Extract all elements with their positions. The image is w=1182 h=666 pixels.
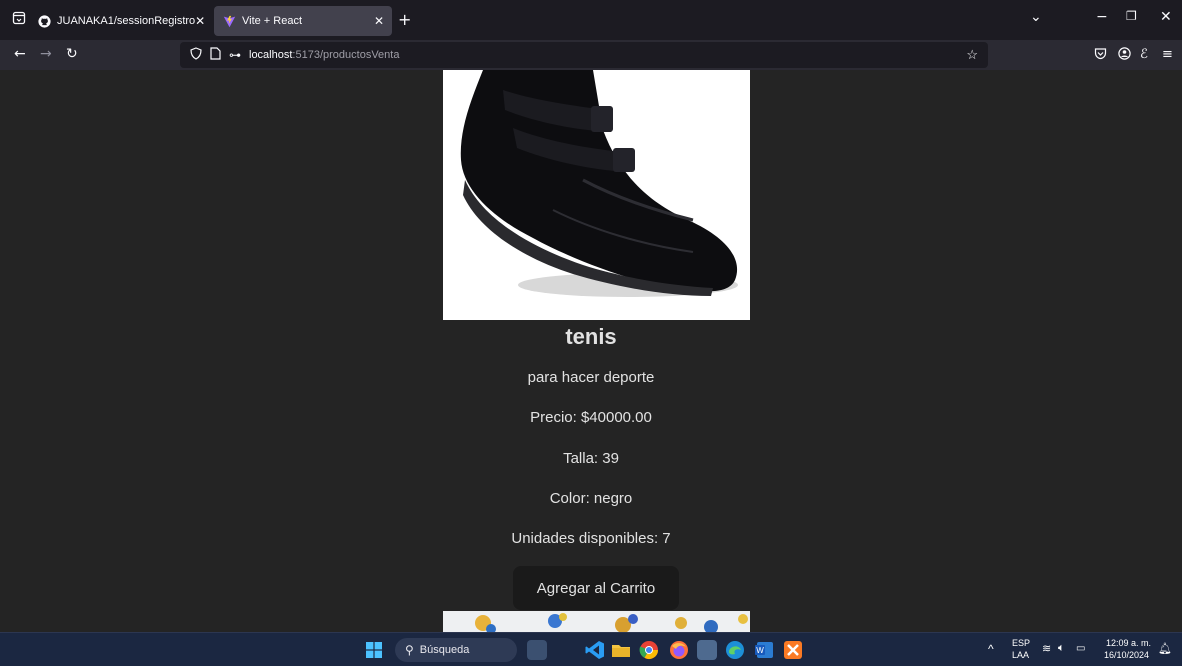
wifi-icon[interactable]: ≋ (1042, 642, 1051, 655)
close-window-icon[interactable]: ✕ (1160, 9, 1172, 25)
product-image (443, 70, 750, 320)
back-icon[interactable]: ← (14, 46, 26, 62)
widgets-icon[interactable] (527, 640, 547, 660)
search-icon: ⚲ (405, 643, 414, 657)
vscode-icon[interactable] (585, 640, 605, 660)
vite-icon (222, 14, 236, 28)
pocket-icon[interactable] (1094, 47, 1107, 64)
clock-time[interactable]: 12:09 a. m. (1106, 638, 1151, 648)
tab-title: Vite + React (242, 15, 303, 27)
svg-text:W: W (756, 646, 764, 655)
chrome-icon[interactable] (639, 640, 659, 660)
extensions-icon[interactable]: ℰ (1140, 47, 1148, 62)
url-bar[interactable]: ⊶ localhost:5173/productosVenta ☆ (180, 42, 988, 68)
product-size: Talla: 39 (563, 450, 619, 467)
close-tab-icon[interactable]: ✕ (374, 14, 384, 28)
language-top[interactable]: ESP (1012, 638, 1030, 648)
tracking-protection-icon[interactable] (190, 47, 202, 63)
reload-icon[interactable]: ↻ (66, 46, 78, 62)
product-stock: Unidades disponibles: 7 (511, 530, 671, 547)
page-content: tenis para hacer deporte Precio: $40000.… (0, 70, 1182, 632)
chevron-down-icon[interactable]: ⌄ (1030, 9, 1042, 25)
product-price: Precio: $40000.00 (530, 409, 652, 426)
next-product-image (443, 611, 750, 632)
url-path: :5173/productosVenta (292, 49, 400, 61)
add-to-cart-button[interactable]: Agregar al Carrito (513, 566, 679, 610)
product-color: Color: negro (549, 490, 633, 507)
search-placeholder: Búsqueda (419, 644, 470, 656)
edge-icon[interactable] (725, 640, 745, 660)
file-explorer-icon[interactable] (611, 640, 631, 660)
tab-vite-react[interactable]: Vite + React ✕ (214, 6, 392, 36)
navigation-bar: ← → ↻ ⊶ localhost:5173/productosVenta ☆ … (0, 40, 1182, 70)
url-host: localhost (249, 49, 293, 61)
minimize-icon[interactable]: − (1096, 9, 1108, 25)
firefox-icon[interactable] (669, 640, 689, 660)
close-tab-icon[interactable]: ✕ (195, 14, 205, 28)
github-icon (38, 14, 51, 28)
taskbar: ⚲ Búsqueda W ^ ESP LAA ≋ 🔈︎ ▭ 12:09 a. m… (0, 632, 1182, 666)
chevron-up-icon[interactable]: ^ (988, 642, 994, 656)
bookmark-star-icon[interactable]: ☆ (966, 47, 978, 63)
xampp-icon[interactable] (783, 640, 803, 660)
tab-github[interactable]: JUANAKA1/sessionRegistro ✕ (30, 6, 208, 36)
list-all-tabs-icon[interactable] (12, 11, 28, 27)
tab-bar: JUANAKA1/sessionRegistro ✕ Vite + React … (0, 0, 1182, 40)
taskbar-search[interactable]: ⚲ Búsqueda (395, 638, 517, 662)
tab-title: JUANAKA1/sessionRegistro (57, 15, 196, 27)
speaker-icon[interactable]: 🔈︎ (1058, 642, 1065, 655)
forward-icon[interactable]: → (40, 46, 52, 62)
notification-bell-icon[interactable]: 🔔︎ (1158, 642, 1172, 655)
word-icon[interactable]: W (754, 640, 774, 660)
battery-icon[interactable]: ▭ (1076, 643, 1085, 654)
snipping-tool-icon[interactable] (697, 640, 717, 660)
page-icon (210, 47, 221, 63)
permissions-key-icon[interactable]: ⊶ (229, 48, 241, 62)
restore-icon[interactable]: ❐ (1126, 9, 1137, 23)
account-icon[interactable] (1118, 47, 1131, 64)
windows-start-icon[interactable] (366, 642, 382, 658)
clock-date[interactable]: 16/10/2024 (1104, 650, 1149, 660)
product-description: para hacer deporte (527, 369, 655, 386)
language-bottom[interactable]: LAA (1012, 650, 1029, 660)
product-name: tenis (565, 324, 617, 349)
menu-icon[interactable]: ≡ (1162, 47, 1173, 62)
new-tab-icon[interactable]: + (398, 10, 411, 29)
